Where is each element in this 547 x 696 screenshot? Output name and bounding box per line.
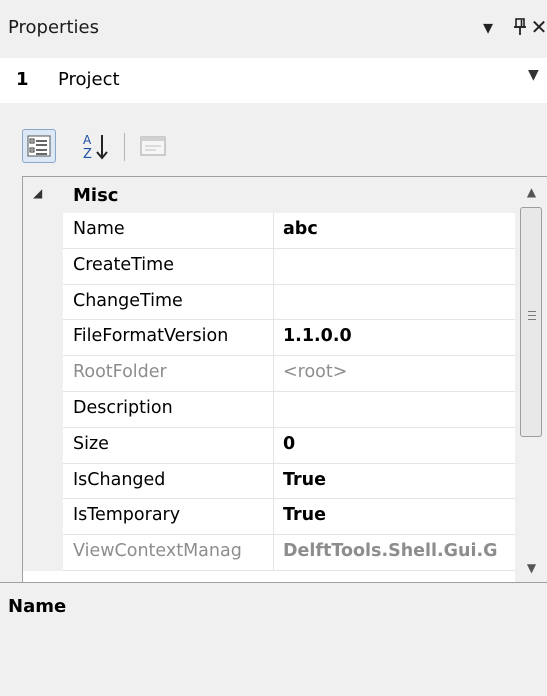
property-value[interactable]: 0: [274, 428, 515, 464]
property-value[interactable]: abc: [274, 213, 515, 249]
row-gutter: [23, 463, 63, 500]
row-gutter: [23, 284, 63, 321]
description-title: Name: [8, 596, 67, 617]
property-rows: Name abc CreateTime ChangeTime FileForma…: [23, 213, 515, 571]
property-row[interactable]: Description: [23, 391, 515, 428]
property-name: Size: [63, 427, 274, 464]
vertical-scrollbar[interactable]: ▲ ▼: [515, 177, 547, 583]
row-gutter: [23, 320, 63, 357]
property-pages-icon: [140, 136, 166, 156]
property-value[interactable]: [274, 285, 515, 321]
property-row[interactable]: IsTemporary True: [23, 499, 515, 536]
row-gutter: [23, 499, 63, 536]
sort-alphabetical-button[interactable]: A Z: [80, 129, 114, 163]
property-value[interactable]: 1.1.0.0: [274, 320, 515, 357]
row-gutter: [23, 248, 63, 285]
properties-panel: Properties ▾ ✕ 1 Project ▼ A Z ◢ Misc Na…: [0, 0, 547, 696]
property-row[interactable]: FileFormatVersion 1.1.0.0: [23, 320, 515, 357]
scroll-up-icon[interactable]: ▲: [515, 177, 547, 207]
property-pages-button[interactable]: [136, 129, 170, 163]
scroll-down-icon[interactable]: ▼: [515, 553, 547, 583]
row-gutter: [23, 356, 63, 392]
property-name: FileFormatVersion: [63, 320, 274, 357]
property-row[interactable]: ChangeTime: [23, 284, 515, 321]
description-pane: Name: [0, 582, 547, 696]
dropdown-arrow-icon[interactable]: ▾: [476, 14, 500, 40]
svg-text:A: A: [83, 133, 92, 147]
sort-alphabetical-icon: A Z: [83, 133, 108, 162]
property-row[interactable]: Name abc: [23, 213, 515, 249]
property-name: ViewContextManag: [63, 535, 274, 571]
property-value[interactable]: [274, 249, 515, 285]
row-gutter: [23, 391, 63, 428]
object-number: 1: [16, 69, 29, 90]
close-icon[interactable]: ✕: [528, 14, 547, 40]
property-value[interactable]: DelftTools.Shell.Gui.G: [274, 535, 515, 571]
property-row[interactable]: RootFolder <root>: [23, 356, 515, 392]
category-label: Misc: [73, 185, 119, 206]
panel-title: Properties: [8, 17, 99, 38]
property-row[interactable]: ViewContextManag DelftTools.Shell.Gui.G: [23, 535, 515, 571]
row-gutter: [23, 427, 63, 464]
svg-text:Z: Z: [83, 147, 92, 162]
collapse-triangle-icon[interactable]: ◢: [33, 186, 42, 200]
scrollbar-thumb[interactable]: [520, 207, 542, 437]
properties-toolbar: A Z: [0, 125, 547, 171]
property-row[interactable]: IsChanged True: [23, 463, 515, 500]
property-grid: ◢ Misc Name abc CreateTime ChangeTime Fi: [22, 176, 547, 584]
property-value[interactable]: [274, 392, 515, 428]
row-gutter: [23, 535, 63, 571]
categorized-view-button[interactable]: [22, 129, 56, 163]
panel-titlebar: Properties ▾ ✕: [0, 0, 547, 56]
toolbar-separator: [124, 133, 125, 161]
property-name: IsChanged: [63, 463, 274, 500]
property-name: Name: [63, 213, 274, 249]
property-row[interactable]: CreateTime: [23, 248, 515, 285]
categorized-view-icon: [27, 135, 51, 157]
property-value[interactable]: True: [274, 499, 515, 536]
property-name: CreateTime: [63, 248, 274, 285]
property-name: RootFolder: [63, 356, 274, 392]
category-row[interactable]: ◢ Misc: [23, 177, 515, 213]
property-name: ChangeTime: [63, 284, 274, 321]
property-name: IsTemporary: [63, 499, 274, 536]
object-selector[interactable]: 1 Project ▼: [0, 58, 547, 103]
object-name: Project: [58, 69, 120, 90]
row-gutter: [23, 213, 63, 249]
chevron-down-icon[interactable]: ▼: [528, 67, 539, 83]
property-name: Description: [63, 391, 274, 428]
property-value[interactable]: <root>: [274, 356, 515, 392]
property-row[interactable]: Size 0: [23, 427, 515, 464]
grip-icon: [528, 311, 536, 323]
property-value[interactable]: True: [274, 464, 515, 500]
